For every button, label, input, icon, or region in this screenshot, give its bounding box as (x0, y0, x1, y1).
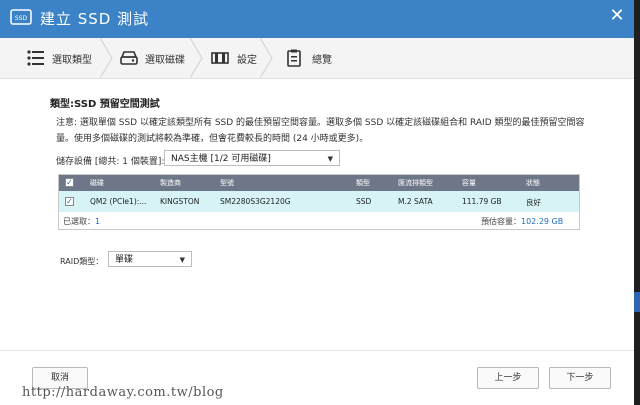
next-button[interactable]: 下一步 (549, 367, 611, 389)
col-header-bus: 匯流排類型 (398, 179, 433, 187)
cell-bus: M.2 SATA (398, 197, 433, 206)
disk-table: ✓ 磁碟 製造商 型號 類型 匯流排類型 容量 狀態 ✓ QM2 (PCIe1)… (58, 174, 580, 230)
cell-status: 良好 (526, 198, 541, 207)
storage-device-label: 儲存設備 [總共: 1 個裝置]: (56, 157, 165, 167)
raid-type-value: 單碟 (115, 255, 134, 265)
storage-device-value: NAS主機 [1/2 可用磁碟] (171, 154, 271, 164)
col-header-model: 型號 (220, 179, 234, 187)
background-accent (634, 292, 640, 312)
section-title: 類型:SSD 預留空間測試 (50, 99, 160, 110)
estimated-value: 102.29 GB (521, 217, 564, 226)
selected-count-text: 已選取：1 (63, 216, 100, 227)
table-row[interactable]: ✓ QM2 (PCIe1):... KINGSTON SM2280S3G2120… (59, 191, 579, 212)
chevron-down-icon: ▼ (327, 155, 333, 163)
disk-icon (120, 51, 138, 65)
col-header-disk: 磁碟 (90, 179, 104, 187)
background-strip (634, 0, 640, 405)
list-icon (27, 50, 44, 66)
cell-vendor: KINGSTON (160, 197, 200, 206)
col-header-status: 狀態 (526, 179, 540, 187)
raid-type-select[interactable]: 單碟 ▼ (108, 251, 192, 267)
raid-type-label: RAID類型： (60, 257, 104, 266)
table-footer: 已選取：1 預估容量：102.29 GB (59, 212, 579, 229)
clipboard-icon (287, 49, 301, 67)
dialog-title: 建立 SSD 測試 (40, 10, 150, 28)
watermark-text: http://hardaway.com.tw/blog (22, 385, 224, 400)
cell-model: SM2280S3G2120G (220, 197, 291, 206)
svg-text:SSD: SSD (15, 15, 28, 22)
step-select-disk: 選取磁碟 (112, 38, 202, 78)
table-header: ✓ 磁碟 製造商 型號 類型 匯流排類型 容量 狀態 (59, 175, 579, 191)
estimated-capacity-text: 預估容量：102.29 GB (481, 216, 563, 227)
footer-divider (0, 350, 634, 351)
col-header-type: 類型 (356, 179, 370, 187)
step-label-summary: 總覽 (312, 55, 332, 66)
estimated-label: 預估容量： (481, 217, 521, 226)
select-all-checkbox[interactable]: ✓ (65, 178, 74, 187)
col-header-vendor: 製造商 (160, 179, 181, 187)
storage-device-select[interactable]: NAS主機 [1/2 可用磁碟] ▼ (164, 150, 340, 166)
step-summary: 總覽 (272, 38, 352, 78)
step-label-select-type: 選取類型 (52, 55, 92, 66)
row-checkbox[interactable]: ✓ (65, 197, 74, 206)
step-label-settings: 設定 (237, 55, 257, 66)
col-header-capacity: 容量 (462, 179, 476, 187)
cell-type: SSD (356, 197, 372, 206)
close-icon[interactable]: ✕ (608, 7, 626, 25)
settings-icon (211, 52, 229, 64)
ssd-icon: SSD (10, 9, 32, 25)
section-description: 注意: 選取單個 SSD 以確定該類型所有 SSD 的最佳預留空間容量。選取多個… (56, 118, 585, 144)
cell-capacity: 111.79 GB (462, 197, 502, 206)
wizard-steps: 選取類型 選取磁碟 設定 總覽 (0, 38, 634, 79)
dialog-titlebar: SSD 建立 SSD 測試 ✕ (0, 0, 634, 38)
create-ssd-test-dialog: SSD 建立 SSD 測試 ✕ 選取類型 選取磁碟 設定 總覽 類型:SSD 預… (0, 0, 634, 405)
selected-label: 已選取： (63, 217, 95, 226)
chevron-down-icon: ▼ (179, 256, 185, 264)
cell-disk: QM2 (PCIe1):... (90, 197, 147, 206)
selected-count: 1 (95, 217, 101, 226)
previous-button[interactable]: 上一步 (477, 367, 539, 389)
step-label-select-disk: 選取磁碟 (145, 55, 185, 66)
step-select-type: 選取類型 (0, 38, 110, 78)
